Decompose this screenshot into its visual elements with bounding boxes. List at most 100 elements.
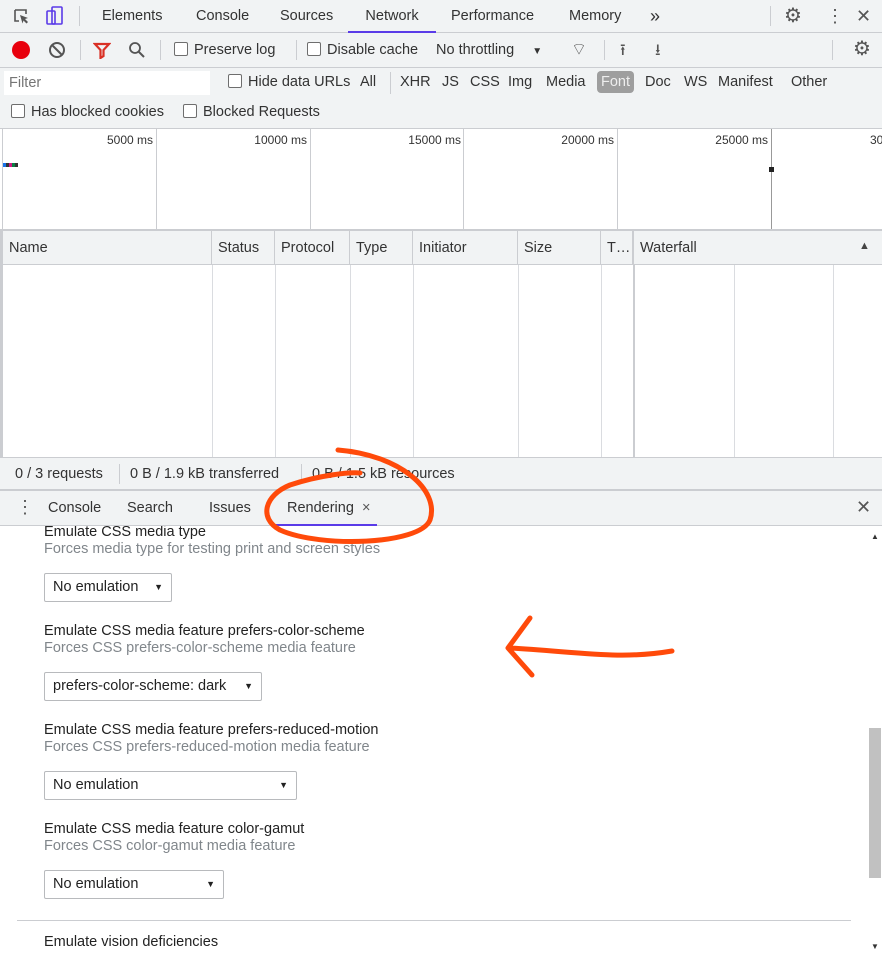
filter-type-manifest[interactable]: Manifest — [718, 74, 773, 90]
filter-type-img[interactable]: Img — [508, 74, 532, 90]
column-waterfall[interactable]: Waterfall — [634, 231, 882, 265]
blocked-requests-checkbox[interactable]: Blocked Requests — [183, 104, 320, 120]
filter-type-all[interactable]: All — [360, 74, 376, 90]
close-drawer-icon[interactable]: ✕ — [856, 497, 871, 518]
drawer-tab-search[interactable]: Search — [127, 500, 173, 516]
select-value: No emulation — [53, 876, 139, 892]
close-tab-icon[interactable]: × — [362, 500, 370, 516]
resources-size: 0 B / 1.5 kB resources — [312, 466, 455, 482]
timeline-overview[interactable]: 5000 ms 10000 ms 15000 ms 20000 ms 25000… — [0, 129, 882, 231]
drawer-tab-rendering[interactable]: Rendering × — [275, 491, 377, 526]
more-options-icon[interactable]: ⋮ — [826, 0, 844, 32]
rendering-scrollbar[interactable]: ▲ ▼ — [868, 526, 882, 955]
requests-count: 0 / 3 requests — [15, 466, 103, 482]
network-status-bar: 0 / 3 requests 0 B / 1.9 kB transferred … — [0, 457, 882, 491]
column-name[interactable]: Name — [3, 231, 212, 265]
select-value: No emulation — [53, 579, 139, 595]
tab-console[interactable]: Console — [196, 0, 249, 32]
hide-data-urls-checkbox[interactable]: Hide data URLs — [228, 74, 350, 90]
section-title: Emulate vision deficiencies — [44, 934, 219, 950]
export-har-icon[interactable]: ⭳ — [655, 39, 661, 66]
section-description: Forces CSS prefers-reduced-motion media … — [44, 739, 370, 755]
color-gamut-select[interactable]: No emulation ▼ — [44, 870, 224, 899]
filter-type-font[interactable]: Font — [597, 71, 635, 93]
device-toolbar-icon[interactable] — [44, 5, 66, 27]
section-divider — [17, 920, 851, 921]
scrollbar-thumb[interactable] — [869, 728, 881, 878]
throttling-select[interactable]: No throttling ▼ — [436, 42, 542, 58]
section-title: Emulate CSS media feature color-gamut — [44, 821, 305, 837]
section-description: Forces media type for testing print and … — [44, 541, 381, 557]
timeline-request-marks — [3, 163, 18, 167]
prefers-reduced-motion-select[interactable]: No emulation ▼ — [44, 771, 297, 800]
timeline-cursor-mark — [769, 167, 774, 172]
column-type[interactable]: Type — [350, 231, 413, 265]
timeline-tick: 20000 ms — [561, 133, 614, 147]
column-status[interactable]: Status — [212, 231, 275, 265]
inspect-element-icon[interactable] — [12, 7, 32, 27]
section-description: Forces CSS color-gamut media feature — [44, 838, 296, 854]
preserve-log-label: Preserve log — [194, 42, 276, 58]
filter-input[interactable] — [4, 71, 210, 95]
column-initiator[interactable]: Initiator — [413, 231, 518, 265]
sort-ascending-icon[interactable]: ▲ — [859, 240, 870, 252]
select-value: No emulation — [53, 777, 139, 793]
filter-type-doc[interactable]: Doc — [645, 74, 671, 90]
has-blocked-cookies-checkbox[interactable]: Has blocked cookies — [11, 104, 164, 120]
main-tab-bar: Elements Console Sources Network Perform… — [0, 0, 882, 33]
scroll-up-icon[interactable]: ▲ — [871, 532, 879, 541]
section-title: Emulate CSS media feature prefers-color-… — [44, 623, 365, 639]
tab-network[interactable]: Network — [348, 0, 436, 33]
disable-cache-label: Disable cache — [327, 42, 419, 58]
media-type-select[interactable]: No emulation ▼ — [44, 573, 172, 602]
network-settings-gear-icon[interactable]: ⚙ — [853, 36, 871, 61]
filter-type-css[interactable]: CSS — [470, 74, 500, 90]
preserve-log-checkbox[interactable]: Preserve log — [174, 42, 275, 58]
column-time[interactable]: T… — [601, 231, 634, 265]
drawer-tab-issues[interactable]: Issues — [209, 500, 251, 516]
scroll-down-icon[interactable]: ▼ — [871, 942, 879, 951]
settings-gear-icon[interactable]: ⚙ — [784, 0, 802, 32]
tab-sources[interactable]: Sources — [280, 0, 333, 32]
timeline-tick: 5000 ms — [106, 133, 153, 147]
record-button[interactable] — [12, 41, 30, 59]
section-description: Forces CSS prefers-color-scheme media fe… — [44, 640, 356, 656]
filter-type-ws[interactable]: WS — [684, 74, 707, 90]
network-conditions-icon[interactable]: ⌔ — [571, 39, 587, 60]
tab-memory[interactable]: Memory — [569, 0, 621, 32]
timeline-tick: 10000 ms — [254, 133, 307, 147]
drawer-tab-rendering-label: Rendering — [287, 500, 354, 516]
section-title: Emulate CSS media feature prefers-reduce… — [44, 722, 379, 738]
select-value: prefers-color-scheme: dark — [53, 678, 227, 694]
import-har-icon[interactable]: ⭱ — [620, 39, 626, 66]
timeline-tick: 15000 ms — [408, 133, 461, 147]
rendering-panel: Emulate CSS media type Forces media type… — [0, 526, 868, 955]
timeline-tick: 30 — [870, 133, 882, 147]
network-toolbar: Preserve log Disable cache No throttling… — [0, 33, 882, 68]
hide-data-urls-label: Hide data URLs — [248, 74, 351, 90]
filter-type-other[interactable]: Other — [791, 74, 827, 90]
tab-performance[interactable]: Performance — [451, 0, 534, 32]
prefers-color-scheme-select[interactable]: prefers-color-scheme: dark ▼ — [44, 672, 262, 701]
transferred-size: 0 B / 1.9 kB transferred — [130, 466, 280, 482]
drawer-tab-bar: ⋮ Console Search Issues Rendering × ✕ — [0, 491, 882, 526]
drawer-menu-icon[interactable]: ⋮ — [16, 497, 34, 518]
close-devtools-icon[interactable]: ✕ — [856, 0, 871, 32]
column-size[interactable]: Size — [518, 231, 601, 265]
blocked-requests-label: Blocked Requests — [203, 104, 320, 120]
drawer-tab-console[interactable]: Console — [48, 500, 101, 516]
timeline-tick: 25000 ms — [715, 133, 768, 147]
search-icon[interactable] — [128, 41, 146, 59]
throttling-value: No throttling — [436, 42, 515, 58]
column-protocol[interactable]: Protocol — [275, 231, 350, 265]
filter-type-xhr[interactable]: XHR — [400, 74, 431, 90]
disable-cache-checkbox[interactable]: Disable cache — [307, 42, 418, 58]
clear-icon[interactable] — [48, 41, 66, 59]
filter-type-js[interactable]: JS — [442, 74, 459, 90]
filter-bar: Hide data URLs All XHR JS CSS Img Media … — [0, 68, 882, 129]
tab-elements[interactable]: Elements — [102, 0, 162, 32]
more-tabs-icon[interactable]: » — [650, 0, 660, 32]
filter-type-media[interactable]: Media — [546, 74, 586, 90]
filter-icon[interactable] — [93, 41, 111, 59]
section-title: Emulate CSS media type — [44, 526, 206, 540]
